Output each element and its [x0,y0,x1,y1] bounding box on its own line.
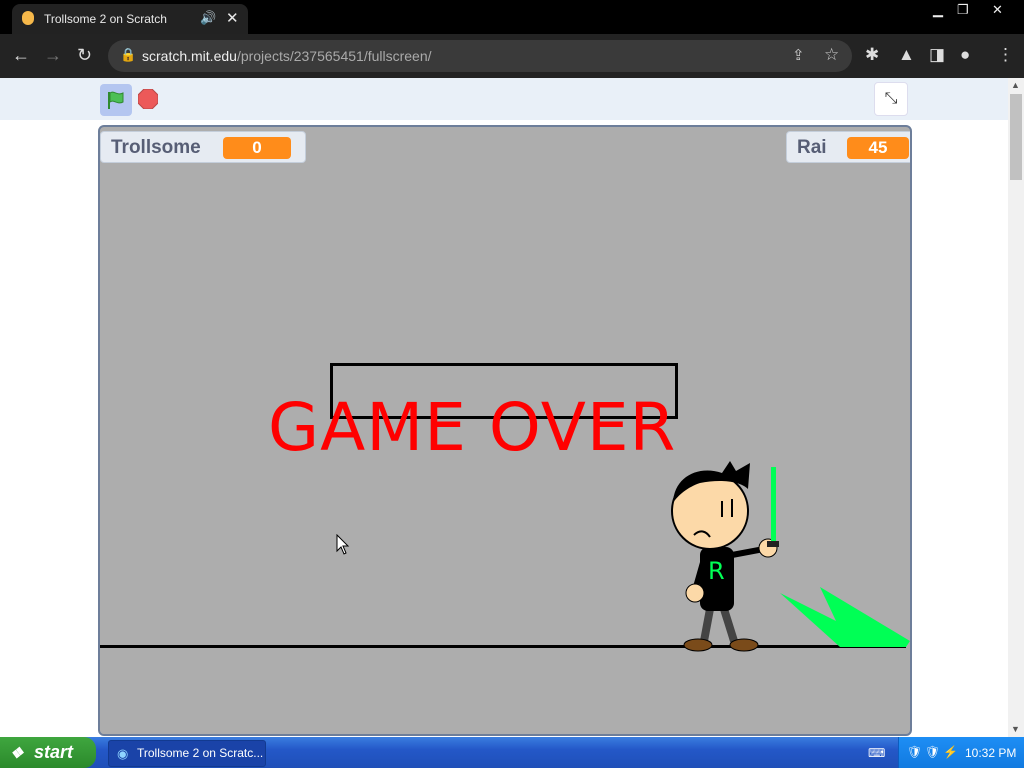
security-shield-icon[interactable]: 🛡 [907,745,922,759]
shirt-letter: R [708,557,725,585]
stop-sign-icon[interactable] [138,89,158,109]
share-icon[interactable]: ⇪ [792,46,805,64]
variable-monitor-trollsome: Trollsome 0 [100,131,306,163]
start-button[interactable]: ❖ start [0,737,96,768]
green-slash-effect [780,587,910,647]
scroll-down-arrow-icon[interactable]: ▼ [1011,724,1020,734]
audio-playing-icon[interactable]: 🔊 [200,10,216,26]
windows-logo-icon: ❖ [10,745,24,762]
browser-tab[interactable]: Trollsome 2 on Scratch 🔊 ✕ [12,4,248,34]
profile-avatar-icon[interactable]: ● [960,45,970,65]
minimize-icon[interactable]: ▁ [933,2,943,18]
mouse-cursor-icon [336,534,350,555]
start-label: start [34,742,74,762]
green-flag-button[interactable] [100,84,132,116]
url-text[interactable]: scratch.mit.edu/projects/237565451/fulls… [142,48,432,64]
variable-value: 0 [223,137,291,159]
scrollbar-thumb[interactable] [1010,94,1022,180]
tab-title: Trollsome 2 on Scratch [44,12,167,26]
browser-toolbar: ← → ↻ 🔒 scratch.mit.edu/projects/2375654… [0,34,1024,78]
window-close-icon[interactable]: ✕ [992,2,1003,18]
back-arrow-icon[interactable]: ← [12,45,30,66]
tab-close-icon[interactable]: ✕ [226,9,239,27]
variable-name: Trollsome [111,137,201,158]
address-bar[interactable]: 🔒 scratch.mit.edu/projects/237565451/ful… [108,40,852,72]
game-over-text: GAME OVER [268,389,677,466]
clock: 10:32 PM [965,746,1017,760]
stage[interactable]: Trollsome 0 Rai 45 GAME OVER R [98,125,912,736]
menu-kebab-icon[interactable]: ⋮ [997,45,1014,65]
exit-fullscreen-icon: ⤡ [884,90,898,107]
taskbar-item-label: Trollsome 2 on Scratc... [137,746,264,760]
keyboard-icon[interactable]: ⌨ [868,746,885,760]
variable-value: 45 [847,137,909,159]
tab-strip: Trollsome 2 on Scratch 🔊 ✕ ▁ ❐ ✕ [0,0,1024,34]
bookmark-star-icon[interactable]: ☆ [824,45,839,65]
exit-fullscreen-button[interactable]: ⤡ [874,82,908,116]
forward-arrow-icon[interactable]: → [44,45,62,66]
system-tray: 🛡 🛡 ⚡ 10:32 PM [898,737,1024,768]
network-icon[interactable]: ⚡ [943,745,958,759]
green-flag-icon [108,91,124,109]
side-panel-icon[interactable]: ◨ [929,45,945,65]
variable-monitor-rai: Rai 45 [786,131,910,163]
character-sprite: R [671,461,779,652]
reload-icon[interactable]: ↻ [77,45,92,66]
scroll-up-arrow-icon[interactable]: ▲ [1011,80,1020,90]
scratch-favicon-icon [22,11,34,25]
ground-platform [100,645,906,734]
lab-flask-icon[interactable]: ▲ [898,45,915,65]
scratch-page: ⤡ Trollsome 0 Rai 45 GAME OVER R [0,78,1008,737]
variable-name: Rai [797,137,827,158]
browser-window-icon: ◉ [117,746,129,761]
player-controls: ⤡ [0,78,1008,120]
restore-icon[interactable]: ❐ [957,2,969,18]
lock-icon[interactable]: 🔒 [120,47,136,63]
security-shield-icon-2[interactable]: 🛡 [925,745,940,759]
extensions-icon[interactable]: ✱ [865,45,879,65]
taskbar-item-chrome[interactable]: ◉ Trollsome 2 on Scratc... [108,740,266,767]
